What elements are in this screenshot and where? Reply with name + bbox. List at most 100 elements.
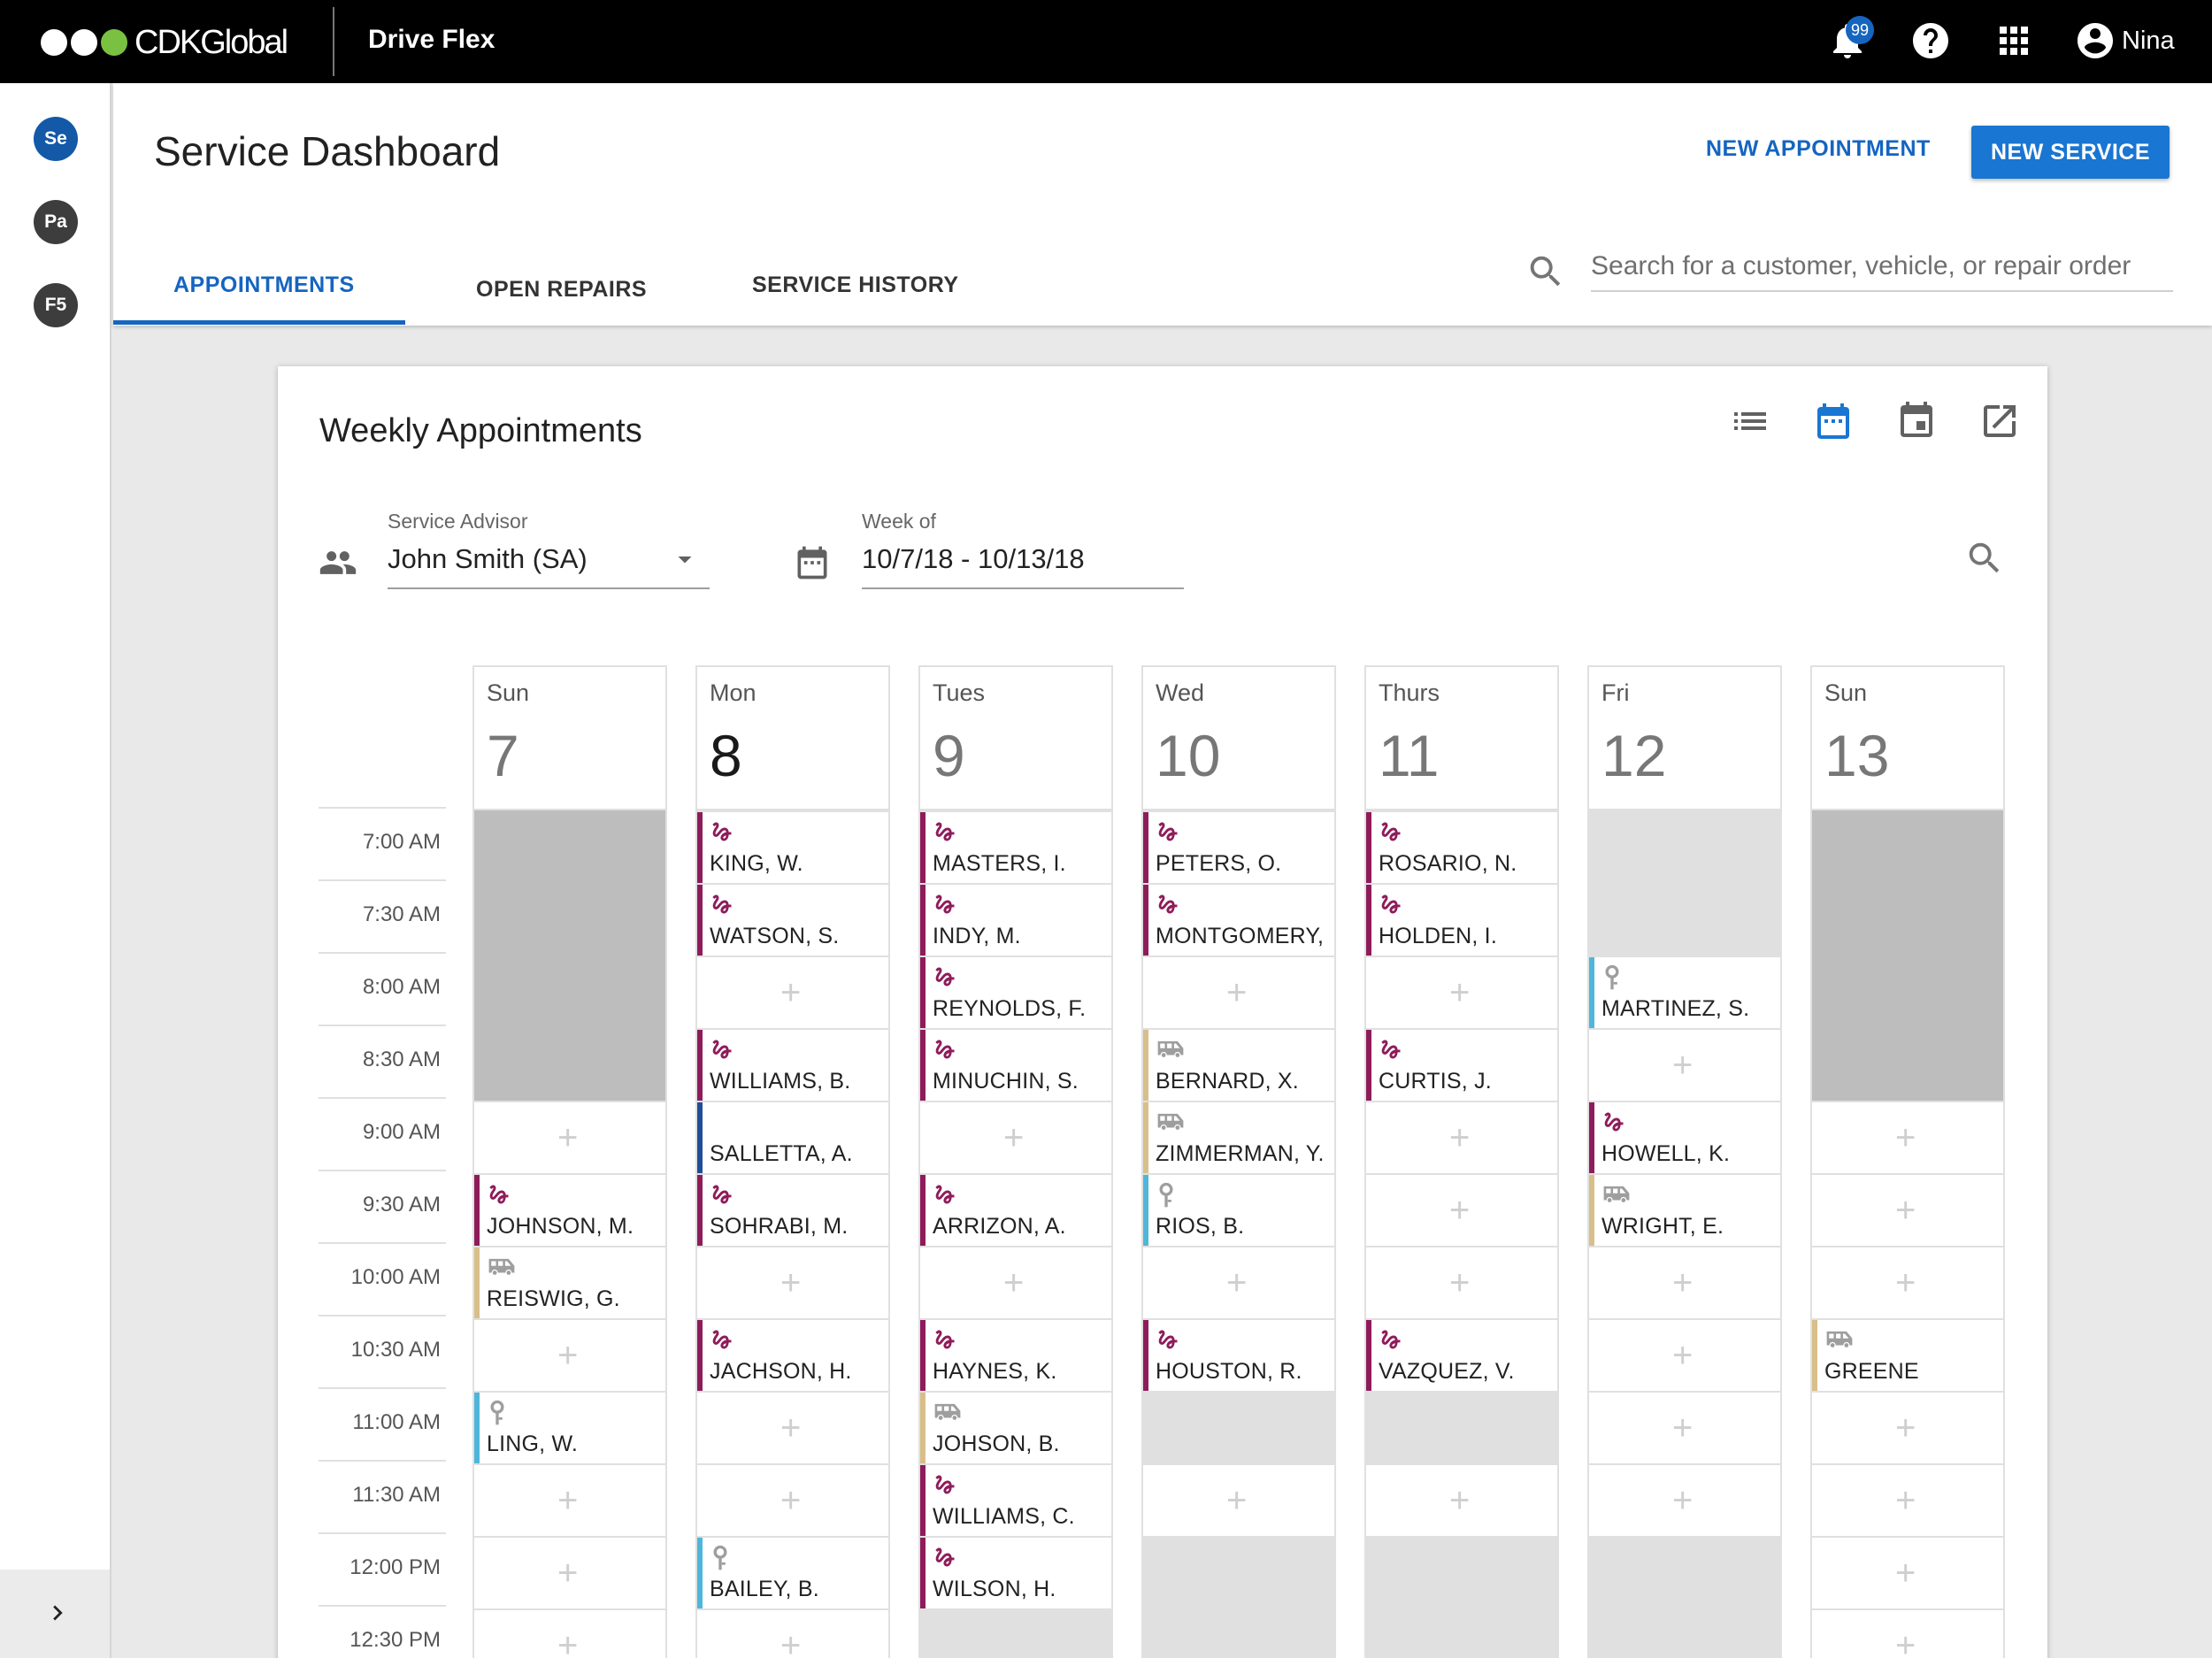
empty-slot[interactable]: + — [474, 1101, 665, 1173]
apps-grid-icon[interactable] — [1993, 19, 2035, 62]
empty-slot[interactable]: + — [1812, 1173, 2003, 1246]
empty-slot[interactable]: + — [697, 1391, 888, 1463]
appointment-slot[interactable]: HOUSTON, R. — [1143, 1318, 1334, 1391]
empty-slot[interactable]: + — [474, 1318, 665, 1391]
day-header[interactable]: Mon 8 — [697, 667, 888, 810]
appointment-slot[interactable]: WRIGHT, E. — [1589, 1173, 1780, 1246]
empty-slot[interactable]: + — [474, 1463, 665, 1536]
empty-slot[interactable]: + — [920, 1246, 1111, 1318]
appointment-slot[interactable]: JOHNSON, M. — [474, 1173, 665, 1246]
empty-slot[interactable]: + — [1143, 1246, 1334, 1318]
add-appointment-icon[interactable]: + — [1449, 1265, 1470, 1301]
empty-slot[interactable]: + — [1812, 1608, 2003, 1658]
add-appointment-icon[interactable]: + — [1226, 1483, 1247, 1518]
appointment-slot[interactable]: SOHRABI, M. — [697, 1173, 888, 1246]
appointment-slot[interactable]: MARTINEZ, S. — [1589, 956, 1780, 1028]
add-appointment-icon[interactable]: + — [557, 1483, 578, 1518]
empty-slot[interactable]: + — [920, 1101, 1111, 1173]
empty-slot[interactable]: + — [697, 1246, 888, 1318]
empty-slot[interactable]: + — [1812, 1536, 2003, 1608]
help-icon[interactable] — [1909, 19, 1952, 62]
empty-slot[interactable]: + — [697, 956, 888, 1028]
tab-open-repairs[interactable]: OPEN REPAIRS — [476, 277, 647, 303]
add-appointment-icon[interactable]: + — [1672, 1048, 1693, 1083]
add-appointment-icon[interactable]: + — [1003, 1265, 1024, 1301]
appointment-slot[interactable]: ARRIZON, A. — [920, 1173, 1111, 1246]
empty-slot[interactable]: + — [1589, 1246, 1780, 1318]
appointment-slot[interactable]: VAZQUEZ, V. — [1366, 1318, 1557, 1391]
service-advisor-select[interactable]: John Smith (SA) — [388, 543, 588, 575]
empty-slot[interactable]: + — [1589, 1028, 1780, 1101]
search-icon[interactable] — [1525, 251, 1566, 292]
add-appointment-icon[interactable]: + — [1895, 1265, 1916, 1301]
tab-service-history[interactable]: SERVICE HISTORY — [752, 272, 959, 298]
appointment-slot[interactable]: SALLETTA, A. — [697, 1101, 888, 1173]
search-input[interactable] — [1591, 242, 2173, 292]
empty-slot[interactable]: + — [1589, 1463, 1780, 1536]
rail-item-se[interactable]: Se — [34, 117, 78, 161]
add-appointment-icon[interactable]: + — [780, 975, 801, 1010]
add-appointment-icon[interactable]: + — [557, 1338, 578, 1373]
appointment-slot[interactable]: GREENE — [1812, 1318, 2003, 1391]
appointment-slot[interactable]: PETERS, O. — [1143, 810, 1334, 883]
empty-slot[interactable]: + — [1366, 1463, 1557, 1536]
rail-expand-button[interactable] — [0, 1570, 110, 1658]
appointment-slot[interactable]: WILLIAMS, B. — [697, 1028, 888, 1101]
empty-slot[interactable]: + — [697, 1608, 888, 1658]
rail-item-pa[interactable]: Pa — [34, 200, 78, 244]
add-appointment-icon[interactable]: + — [1672, 1265, 1693, 1301]
appointment-slot[interactable]: JACHSON, H. — [697, 1318, 888, 1391]
calendar-search-icon[interactable] — [1964, 538, 2005, 579]
calendar-icon[interactable] — [793, 543, 832, 582]
add-appointment-icon[interactable]: + — [1226, 975, 1247, 1010]
add-appointment-icon[interactable]: + — [1672, 1483, 1693, 1518]
new-service-button[interactable]: NEW SERVICE — [1971, 126, 2170, 179]
day-header[interactable]: Sun 13 — [1812, 667, 2003, 810]
add-appointment-icon[interactable]: + — [1895, 1555, 1916, 1591]
appointment-slot[interactable]: MONTGOMERY, — [1143, 883, 1334, 956]
appointment-slot[interactable]: INDY, M. — [920, 883, 1111, 956]
empty-slot[interactable]: + — [1366, 956, 1557, 1028]
appointment-slot[interactable]: MINUCHIN, S. — [920, 1028, 1111, 1101]
add-appointment-icon[interactable]: + — [557, 1628, 578, 1658]
user-name[interactable]: Nina — [2122, 27, 2175, 56]
day-header[interactable]: Sun 7 — [474, 667, 665, 810]
add-appointment-icon[interactable]: + — [1449, 1193, 1470, 1228]
new-appointment-button[interactable]: NEW APPOINTMENT — [1706, 136, 1931, 162]
dropdown-arrow-icon[interactable] — [669, 543, 701, 575]
list-view-icon[interactable] — [1729, 400, 1771, 442]
add-appointment-icon[interactable]: + — [1003, 1120, 1024, 1155]
add-appointment-icon[interactable]: + — [1449, 975, 1470, 1010]
appointment-slot[interactable]: ZIMMERMAN, Y. — [1143, 1101, 1334, 1173]
day-header[interactable]: Wed 10 — [1143, 667, 1334, 810]
open-external-icon[interactable] — [1978, 400, 2021, 442]
day-header[interactable]: Fri 12 — [1589, 667, 1780, 810]
day-header[interactable]: Thurs 11 — [1366, 667, 1557, 810]
empty-slot[interactable]: + — [1589, 1391, 1780, 1463]
add-appointment-icon[interactable]: + — [1895, 1193, 1916, 1228]
account-icon[interactable] — [2074, 19, 2116, 62]
appointment-slot[interactable]: KING, W. — [697, 810, 888, 883]
add-appointment-icon[interactable]: + — [1672, 1410, 1693, 1446]
appointment-slot[interactable]: WATSON, S. — [697, 883, 888, 956]
tab-appointments[interactable]: APPOINTMENTS — [173, 272, 355, 298]
day-view-icon[interactable] — [1895, 400, 1938, 442]
add-appointment-icon[interactable]: + — [1895, 1120, 1916, 1155]
empty-slot[interactable]: + — [474, 1536, 665, 1608]
empty-slot[interactable]: + — [1812, 1463, 2003, 1536]
empty-slot[interactable]: + — [697, 1463, 888, 1536]
add-appointment-icon[interactable]: + — [557, 1120, 578, 1155]
appointment-slot[interactable]: BERNARD, X. — [1143, 1028, 1334, 1101]
add-appointment-icon[interactable]: + — [1449, 1120, 1470, 1155]
empty-slot[interactable]: + — [1812, 1391, 2003, 1463]
add-appointment-icon[interactable]: + — [780, 1483, 801, 1518]
empty-slot[interactable]: + — [1812, 1101, 2003, 1173]
empty-slot[interactable]: + — [474, 1608, 665, 1658]
empty-slot[interactable]: + — [1366, 1101, 1557, 1173]
appointment-slot[interactable]: JOHSON, B. — [920, 1391, 1111, 1463]
add-appointment-icon[interactable]: + — [1895, 1483, 1916, 1518]
cdk-logo[interactable]: CDKGlobal — [41, 21, 288, 64]
appointment-slot[interactable]: LING, W. — [474, 1391, 665, 1463]
add-appointment-icon[interactable]: + — [780, 1265, 801, 1301]
empty-slot[interactable]: + — [1812, 1246, 2003, 1318]
